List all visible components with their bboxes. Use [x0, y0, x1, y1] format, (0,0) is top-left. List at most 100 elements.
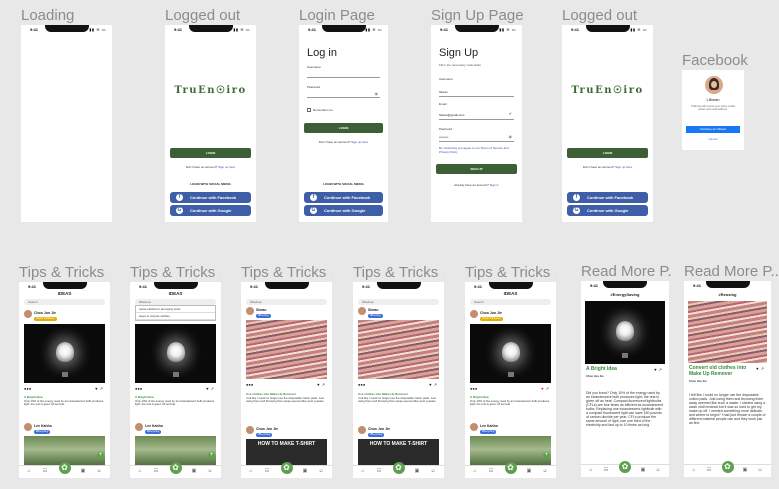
fb-continue-button[interactable]: Continue as Lilbean [686, 126, 740, 133]
share-icon[interactable]: ↗ [100, 386, 105, 391]
email-field[interactable]: Sbean@gmail.com [439, 113, 464, 117]
tab-shop[interactable]: ▣ [190, 468, 198, 474]
username-field[interactable]: Sbean [439, 90, 448, 94]
tab-home[interactable]: ⌂ [471, 468, 479, 474]
post-actions[interactable]: ♥↗ [654, 367, 664, 372]
tab-ideas[interactable]: ☷ [487, 468, 495, 474]
post-author[interactable]: Choo Jun Jie [470, 310, 502, 318]
tab-profile[interactable]: ☺ [756, 467, 764, 473]
tab-ideas[interactable]: ☷ [41, 468, 49, 474]
add-post-button[interactable]: + [97, 452, 104, 459]
tab-home[interactable]: ⌂ [587, 467, 595, 473]
add-post-button[interactable]: + [208, 452, 215, 459]
share-icon[interactable]: ↗ [322, 382, 327, 387]
search-input[interactable]: #Reduce [246, 299, 327, 305]
tab-ideas[interactable]: ☷ [263, 468, 271, 474]
signup-button[interactable]: SIGN UP [436, 164, 517, 174]
post-title[interactable]: Use clothes into Make Up Remover [358, 392, 408, 396]
share-icon[interactable]: ↗ [659, 367, 664, 372]
tab-profile[interactable]: ☺ [429, 468, 437, 474]
tab-home[interactable]: ⌂ [359, 468, 367, 474]
tab-create[interactable]: ✿ [280, 462, 293, 474]
add-post-button[interactable]: + [543, 452, 550, 459]
post-actions[interactable]: ♥↗ [206, 386, 216, 391]
post-author[interactable]: Lee Kahho [135, 423, 163, 431]
google-button[interactable]: G Continue with Google [304, 205, 383, 216]
sign-up-link[interactable]: Sign up here [615, 165, 632, 169]
sign-up-link[interactable]: Sign up here [218, 165, 235, 169]
login-button[interactable]: LOGIN [567, 148, 648, 158]
tab-create[interactable]: ✿ [504, 462, 517, 474]
post-image[interactable] [358, 320, 439, 379]
suggestion-item[interactable]: ways to recycle clothes [136, 313, 215, 320]
share-icon[interactable]: ↗ [546, 386, 551, 391]
post-image[interactable] [135, 324, 216, 383]
google-button[interactable]: G Continue with Google [567, 205, 648, 216]
tab-profile[interactable]: ☺ [541, 468, 549, 474]
tab-shop[interactable]: ▣ [301, 468, 309, 474]
post-author[interactable]: Lee Kahho [470, 423, 498, 431]
tab-create[interactable]: ✿ [58, 462, 71, 474]
tab-shop[interactable]: ▣ [525, 468, 533, 474]
post-author[interactable]: Sbean [358, 307, 379, 315]
sign-in-link[interactable]: Sign in [490, 183, 499, 187]
password-field[interactable] [307, 97, 380, 98]
tab-create[interactable]: ✿ [392, 462, 405, 474]
tab-ideas[interactable]: ☷ [152, 468, 160, 474]
eye-icon[interactable]: ◉ [375, 91, 379, 96]
remember-checkbox[interactable] [307, 108, 311, 112]
tab-shop[interactable]: ▣ [639, 467, 647, 473]
share-icon[interactable]: ↗ [761, 366, 766, 371]
tab-shop[interactable]: ▣ [741, 467, 749, 473]
search-input[interactable]: Search [470, 299, 551, 305]
tab-home[interactable]: ⌂ [25, 468, 33, 474]
search-input[interactable]: #Reduce [358, 299, 439, 305]
password-field[interactable]: ••••••••• [439, 135, 448, 139]
tab-create[interactable]: ✿ [169, 462, 182, 474]
post-author[interactable]: Choo Jun Jie [246, 426, 278, 434]
tab-profile[interactable]: ☺ [317, 468, 325, 474]
tab-create[interactable]: ✿ [619, 461, 631, 473]
tab-shop[interactable]: ▣ [413, 468, 421, 474]
post-image[interactable] [24, 324, 105, 383]
facebook-button[interactable]: f Continue with Facebook [170, 192, 251, 203]
post-author[interactable]: Lee Kahho [24, 423, 52, 431]
fb-cancel-link[interactable]: Cancel [682, 137, 744, 141]
post-author[interactable]: Sbean [246, 307, 267, 315]
tab-home[interactable]: ⌂ [136, 468, 144, 474]
post-actions[interactable]: ♥↗ [541, 386, 551, 391]
tab-profile[interactable]: ☺ [654, 467, 662, 473]
post-title[interactable]: Use clothes into Make Up Remover [246, 392, 296, 396]
sign-up-link[interactable]: Sign up here [351, 140, 368, 144]
share-icon[interactable]: ↗ [434, 382, 439, 387]
post-image[interactable] [470, 324, 551, 383]
username-field[interactable] [307, 77, 380, 78]
eye-icon[interactable]: ◉ [509, 134, 513, 139]
tab-profile[interactable]: ☺ [206, 468, 214, 474]
post-actions[interactable]: ♥↗ [756, 366, 766, 371]
login-button[interactable]: LOGIN [304, 123, 383, 133]
post-title[interactable]: A Bright Idea [470, 395, 489, 399]
post-author[interactable]: Choo Jun Jie [358, 426, 390, 434]
tab-home[interactable]: ⌂ [690, 467, 698, 473]
post-title[interactable]: A Bright Idea [135, 395, 154, 399]
login-button[interactable]: LOGIN [170, 148, 251, 158]
search-input[interactable]: Search [24, 299, 105, 305]
tab-ideas[interactable]: ☷ [602, 467, 610, 473]
facebook-button[interactable]: f Continue with Facebook [567, 192, 648, 203]
google-button[interactable]: G Continue with Google [170, 205, 251, 216]
tab-create[interactable]: ✿ [721, 461, 734, 473]
post-actions[interactable]: ♥↗ [317, 382, 327, 387]
tab-ideas[interactable]: ☷ [375, 468, 383, 474]
post-author[interactable]: Choo Jun Jie [24, 310, 56, 318]
tab-shop[interactable]: ▣ [79, 468, 87, 474]
post-image[interactable] [246, 320, 327, 379]
tab-profile[interactable]: ☺ [95, 468, 103, 474]
tab-home[interactable]: ⌂ [247, 468, 255, 474]
post-actions[interactable]: ♥↗ [429, 382, 439, 387]
tab-ideas[interactable]: ☷ [705, 467, 713, 473]
share-icon[interactable]: ↗ [211, 386, 216, 391]
post-actions[interactable]: ♥↗ [95, 386, 105, 391]
facebook-button[interactable]: f Continue with Facebook [304, 192, 383, 203]
post-title[interactable]: A Bright Idea [24, 395, 43, 399]
